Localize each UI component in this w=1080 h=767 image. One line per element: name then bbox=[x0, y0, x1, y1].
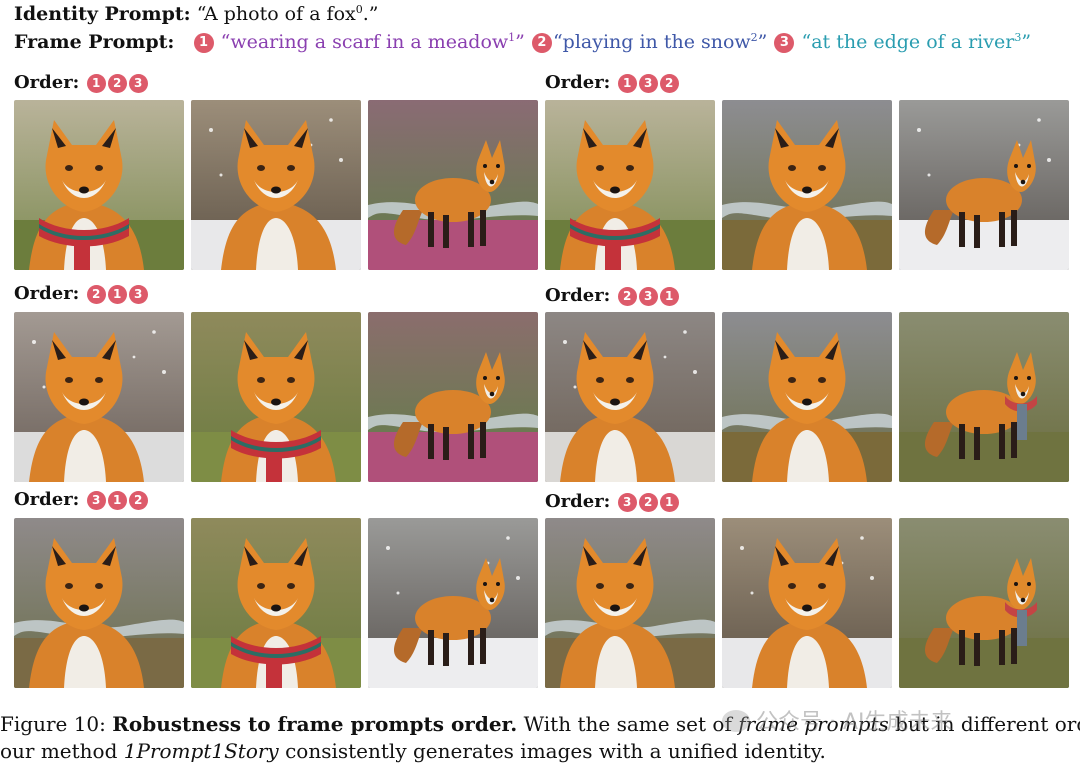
fox-image-fox-scarf-flowers bbox=[191, 518, 361, 688]
order-badge: 3 bbox=[128, 74, 148, 93]
order-badge: 2 bbox=[128, 491, 148, 510]
fox-image-fox-snow-portrait bbox=[191, 100, 361, 270]
order-badge: 1 bbox=[107, 285, 127, 304]
order-badge: 3 bbox=[128, 285, 148, 304]
order-label-group-3: Order: 213 bbox=[14, 283, 149, 304]
fox-image-fox-scarf-meadow bbox=[14, 100, 184, 270]
frame-prompt-line: Frame Prompt: 1 “wearing a scarf in a me… bbox=[14, 31, 1031, 53]
identity-prompt-text: “A photo of a fox bbox=[196, 3, 356, 25]
order-label-group-6: Order: 321 bbox=[545, 491, 680, 512]
order-label-group-4: Order: 231 bbox=[545, 285, 680, 306]
identity-prompt-sup: 0 bbox=[355, 3, 363, 16]
frame-prompt-3: “at the edge of a river3” bbox=[801, 31, 1032, 53]
order-badge: 2 bbox=[659, 74, 679, 93]
frame-prompt-badge-1: 1 bbox=[193, 33, 214, 53]
fox-image-fox-snowy-hillside bbox=[545, 312, 715, 482]
order-badge: 1 bbox=[659, 287, 679, 306]
fox-image-fox-scarf-flowers bbox=[191, 312, 361, 482]
fox-image-fox-river-bank bbox=[14, 518, 184, 688]
fox-image-fox-standing-heather bbox=[368, 100, 538, 270]
order-badge: 2 bbox=[638, 493, 658, 512]
frame-prompt-1: “wearing a scarf in a meadow1” bbox=[220, 31, 525, 53]
fox-image-fox-walking-snow bbox=[899, 100, 1069, 270]
order-badge: 1 bbox=[107, 491, 127, 510]
order-label-group-1: Order: 123 bbox=[14, 72, 149, 93]
fox-image-fox-scarf-field bbox=[899, 518, 1069, 688]
identity-prompt-line: Identity Prompt: “A photo of a fox0.” bbox=[14, 3, 379, 25]
fox-image-fox-standing-river bbox=[368, 312, 538, 482]
fox-image-fox-river-bank bbox=[545, 518, 715, 688]
frame-prompt-label: Frame Prompt: bbox=[14, 31, 175, 53]
fox-image-fox-scarf-field bbox=[899, 312, 1069, 482]
order-label-group-2: Order: 132 bbox=[545, 72, 680, 93]
frame-prompt-badge-3: 3 bbox=[774, 33, 795, 53]
order-badge: 2 bbox=[617, 287, 637, 306]
identity-prompt-label: Identity Prompt: bbox=[14, 3, 191, 25]
order-badge: 1 bbox=[86, 74, 106, 93]
fox-image-fox-river-valley bbox=[722, 100, 892, 270]
identity-prompt-close: .” bbox=[362, 3, 379, 25]
order-badge: 1 bbox=[659, 493, 679, 512]
order-label-group-5: Order: 312 bbox=[14, 489, 149, 510]
order-badge: 1 bbox=[617, 74, 637, 93]
order-badge: 2 bbox=[107, 74, 127, 93]
fox-image-fox-river-valley bbox=[722, 312, 892, 482]
frame-prompt-badge-2: 2 bbox=[531, 33, 552, 53]
fox-image-fox-snow-portrait bbox=[722, 518, 892, 688]
caption-line-2: our method 1Prompt1Story consistently ge… bbox=[0, 739, 826, 763]
watermark: 公众号 · AI生成未来 bbox=[722, 704, 953, 736]
fox-image-fox-snowfall-profile bbox=[14, 312, 184, 482]
fox-image-fox-scarf-meadow bbox=[545, 100, 715, 270]
frame-prompt-2: “playing in the snow2” bbox=[552, 31, 768, 53]
order-badge: 3 bbox=[617, 493, 637, 512]
order-badge: 3 bbox=[86, 491, 106, 510]
order-badge: 2 bbox=[86, 285, 106, 304]
wechat-icon bbox=[722, 710, 750, 732]
order-badge: 3 bbox=[638, 74, 658, 93]
fox-image-fox-walking-snow bbox=[368, 518, 538, 688]
order-badge: 3 bbox=[638, 287, 658, 306]
